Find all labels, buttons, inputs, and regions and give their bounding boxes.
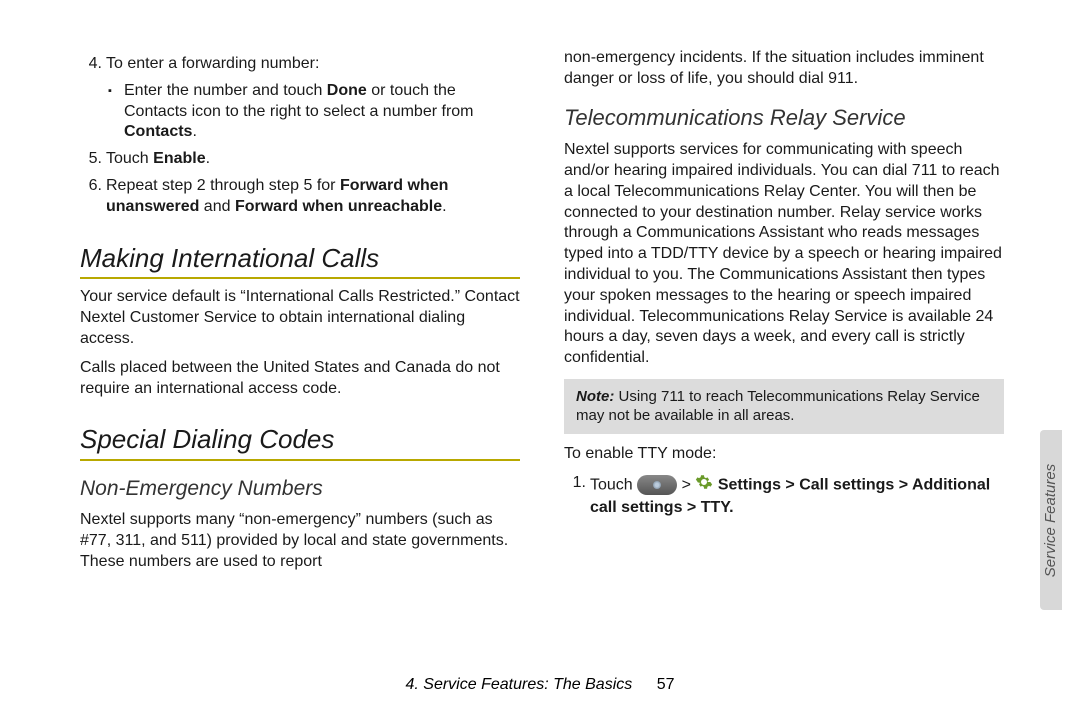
bold-done: Done — [327, 82, 367, 99]
step-6: 6. Repeat step 2 through step 5 for Forw… — [106, 176, 520, 218]
bold-enable: Enable — [153, 150, 205, 167]
text: Touch — [590, 476, 637, 493]
text: . — [206, 150, 210, 167]
step-4: 4. To enter a forwarding number: — [106, 54, 520, 75]
text: Repeat step 2 through step 5 for — [106, 177, 340, 194]
list-number: 5. — [80, 149, 102, 170]
heading-trs: Telecommunications Relay Service — [564, 104, 1004, 133]
intl-para-2: Calls placed between the United States a… — [80, 358, 520, 400]
page-content: 4. To enter a forwarding number: Enter t… — [0, 0, 1080, 660]
text: and — [199, 198, 235, 215]
list-number: 1. — [564, 473, 586, 494]
footer-chapter: 4. Service Features: The Basics — [405, 676, 632, 693]
text: Enter the number and touch — [124, 82, 327, 99]
page-footer: 4. Service Features: The Basics 57 — [0, 676, 1080, 694]
footer-page-number: 57 — [657, 676, 675, 693]
step-4-bullet: Enter the number and touch Done or touch… — [124, 81, 520, 143]
non-emergency-para: Nextel supports many “non-emergency” num… — [80, 510, 520, 572]
text: . — [192, 123, 196, 140]
gear-icon — [695, 473, 713, 498]
list-number: 6. — [80, 176, 102, 197]
tty-intro: To enable TTY mode: — [564, 444, 1004, 465]
trs-para: Nextel supports services for communicati… — [564, 140, 1004, 369]
tty-step-1: 1. Touch > Settings > Call settings > Ad… — [590, 473, 1004, 519]
note-box: Note: Using 711 to reach Telecommunicati… — [564, 379, 1004, 434]
heading-special-dialing: Special Dialing Codes — [80, 423, 520, 461]
left-column: 4. To enter a forwarding number: Enter t… — [80, 48, 520, 660]
intl-para-1: Your service default is “International C… — [80, 287, 520, 349]
text: > — [682, 476, 696, 493]
bold-contacts: Contacts — [124, 123, 192, 140]
text: Touch — [106, 150, 153, 167]
section-tab-label: Service Features — [1043, 463, 1060, 576]
text: . — [442, 198, 446, 215]
step-5: 5. Touch Enable. — [106, 149, 520, 170]
section-tab: Service Features — [1040, 430, 1062, 610]
non-emergency-continued: non-emergency incidents. If the situatio… — [564, 48, 1004, 90]
list-number: 4. — [80, 54, 102, 75]
heading-international-calls: Making International Calls — [80, 242, 520, 280]
bold-fwd-unreachable: Forward when unreachable — [235, 198, 442, 215]
step-4-text: To enter a forwarding number: — [106, 55, 319, 72]
app-launcher-icon — [637, 475, 677, 495]
note-label: Note: — [576, 388, 614, 405]
heading-non-emergency: Non-Emergency Numbers — [80, 475, 520, 502]
right-column: non-emergency incidents. If the situatio… — [564, 48, 1004, 660]
note-text: Using 711 to reach Telecommunications Re… — [576, 388, 980, 425]
